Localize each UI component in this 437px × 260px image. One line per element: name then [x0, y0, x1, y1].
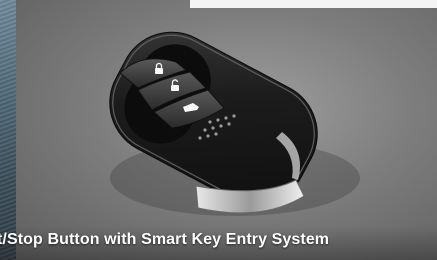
image-caption: t/Stop Button with Smart Key Entry Syste… [0, 230, 437, 250]
product-image: t/Stop Button with Smart Key Entry Syste… [0, 0, 437, 260]
caption-text: t/Stop Button with Smart Key Entry Syste… [0, 231, 330, 248]
smart-key-fob [109, 31, 360, 216]
